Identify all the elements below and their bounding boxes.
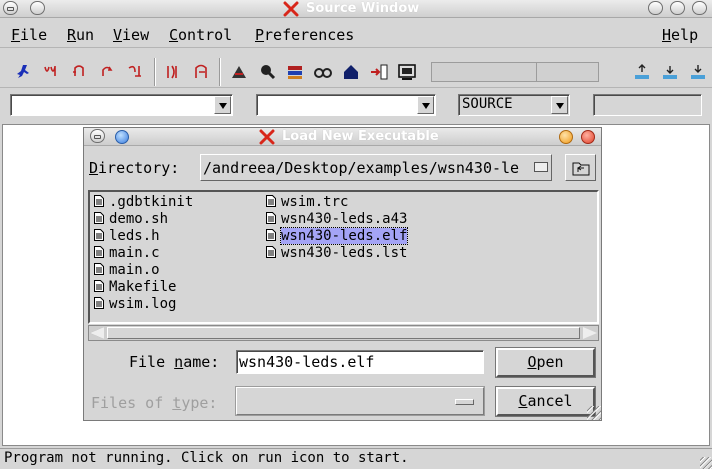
menu-view[interactable]: View [113, 26, 149, 44]
files-of-type-combobox[interactable] [235, 386, 485, 416]
folder-up-icon [572, 162, 590, 176]
chevron-down-icon[interactable] [214, 96, 231, 114]
close-button[interactable] [692, 1, 707, 15]
frame-bottom-icon[interactable] [688, 62, 708, 82]
list-item[interactable]: main.c [94, 245, 160, 261]
file-name-label: File name: [129, 353, 220, 371]
file-icon [266, 212, 276, 224]
list-item[interactable]: wsim.trc [266, 194, 348, 210]
window-titlebar[interactable]: Source Window [0, 0, 712, 18]
menu-control[interactable]: Control [169, 26, 232, 44]
list-item[interactable]: Makefile [94, 279, 176, 295]
file-list[interactable]: .gdbtkinit demo.sh leds.h main.c main.o … [88, 190, 599, 324]
file-icon [94, 195, 104, 207]
file-name-input[interactable]: wsn430-leds.elf [236, 350, 484, 374]
menubar: File Run View Control Preferences Help [0, 22, 712, 48]
list-item[interactable]: wsn430-leds.a43 [266, 211, 407, 227]
dialog-resize-grip[interactable] [587, 406, 601, 420]
dropdown-indicator-icon[interactable] [455, 399, 474, 405]
function-combobox[interactable] [256, 94, 436, 116]
maximize-button[interactable] [670, 1, 685, 15]
file-icon [94, 297, 104, 309]
scroll-left-icon[interactable] [90, 327, 104, 339]
search-field[interactable] [593, 94, 702, 116]
list-item[interactable]: .gdbtkinit [94, 194, 193, 210]
horizontal-scrollbar[interactable] [88, 325, 599, 341]
toolbar [0, 54, 712, 88]
menu-run[interactable]: Run [67, 26, 94, 44]
menu-preferences[interactable]: Preferences [255, 26, 354, 44]
list-item[interactable]: demo.sh [94, 211, 168, 227]
resize-grip[interactable] [700, 457, 712, 469]
chevron-down-icon[interactable] [551, 96, 568, 114]
minimize-button[interactable] [648, 1, 663, 15]
watch-icon[interactable] [313, 62, 333, 82]
list-item-selected[interactable]: wsn430-leds.elf [266, 227, 409, 245]
up-stack-icon[interactable] [229, 62, 249, 82]
breakpoint-icon[interactable] [369, 62, 389, 82]
dialog-titlebar[interactable]: Load New Executable [84, 128, 601, 146]
list-item[interactable]: wsn430-leds.lst [266, 245, 407, 261]
dialog-title: Load New Executable [282, 129, 439, 144]
run-icon[interactable] [14, 62, 34, 82]
scroll-right-icon[interactable] [583, 327, 597, 339]
status-text: Program not running. Click on run icon t… [4, 450, 409, 466]
list-item[interactable]: wsim.log [94, 296, 176, 312]
frame-down-icon[interactable] [660, 62, 680, 82]
file-icon [94, 263, 104, 275]
dialog-shade-button[interactable] [90, 129, 105, 143]
dialog-close-button[interactable] [581, 130, 595, 144]
window-title: Source Window [306, 1, 420, 16]
next-asm-icon[interactable] [191, 62, 211, 82]
menu-file[interactable]: File [11, 26, 47, 44]
x-logo-icon [283, 1, 299, 17]
file-icon [266, 229, 276, 241]
dialog-minimize-button[interactable] [559, 130, 573, 144]
parent-directory-button[interactable] [565, 154, 596, 181]
shade-button[interactable] [3, 1, 18, 15]
list-item[interactable]: main.o [94, 262, 160, 278]
file-icon [94, 229, 104, 241]
frame-up-icon[interactable] [632, 62, 652, 82]
mode-value: SOURCE [462, 96, 513, 112]
continue-icon[interactable] [125, 62, 145, 82]
directory-value: /andreea/Desktop/examples/wsn430-le [203, 159, 520, 177]
console-icon[interactable] [397, 62, 417, 82]
x-logo-icon [259, 129, 275, 145]
list-item[interactable]: leds.h [94, 228, 160, 244]
step-asm-icon[interactable] [163, 62, 183, 82]
chevron-down-icon[interactable] [417, 96, 434, 114]
cancel-button[interactable]: Cancel [495, 386, 596, 417]
toolbar-status-field [431, 62, 537, 82]
window-menu-button[interactable] [30, 1, 45, 15]
file-icon [94, 212, 104, 224]
memory-icon[interactable] [257, 62, 277, 82]
directory-combobox[interactable]: /andreea/Desktop/examples/wsn430-le [200, 154, 552, 181]
file-icon [94, 246, 104, 258]
step-icon[interactable] [41, 62, 61, 82]
file-combobox[interactable] [10, 94, 233, 116]
file-icon [266, 195, 276, 207]
status-bar: Program not running. Click on run icon t… [0, 448, 712, 469]
load-executable-dialog: Load New Executable Directory: /andreea/… [83, 127, 602, 421]
mode-combobox[interactable]: SOURCE [458, 94, 570, 116]
open-button[interactable]: Open [495, 347, 596, 378]
chevron-down-icon[interactable] [534, 162, 548, 172]
file-icon [94, 280, 104, 292]
home-icon[interactable] [341, 62, 361, 82]
dialog-sticky-button[interactable] [115, 130, 129, 144]
file-icon [266, 246, 276, 258]
toolbar-status-field-2 [536, 62, 599, 82]
files-of-type-label: Files of type: [91, 394, 218, 412]
registers-icon[interactable] [285, 62, 305, 82]
scroll-thumb[interactable] [107, 327, 580, 339]
menu-help[interactable]: Help [662, 26, 698, 44]
finish-icon[interactable] [97, 62, 117, 82]
next-icon[interactable] [69, 62, 89, 82]
directory-label: Directory: [89, 159, 180, 177]
